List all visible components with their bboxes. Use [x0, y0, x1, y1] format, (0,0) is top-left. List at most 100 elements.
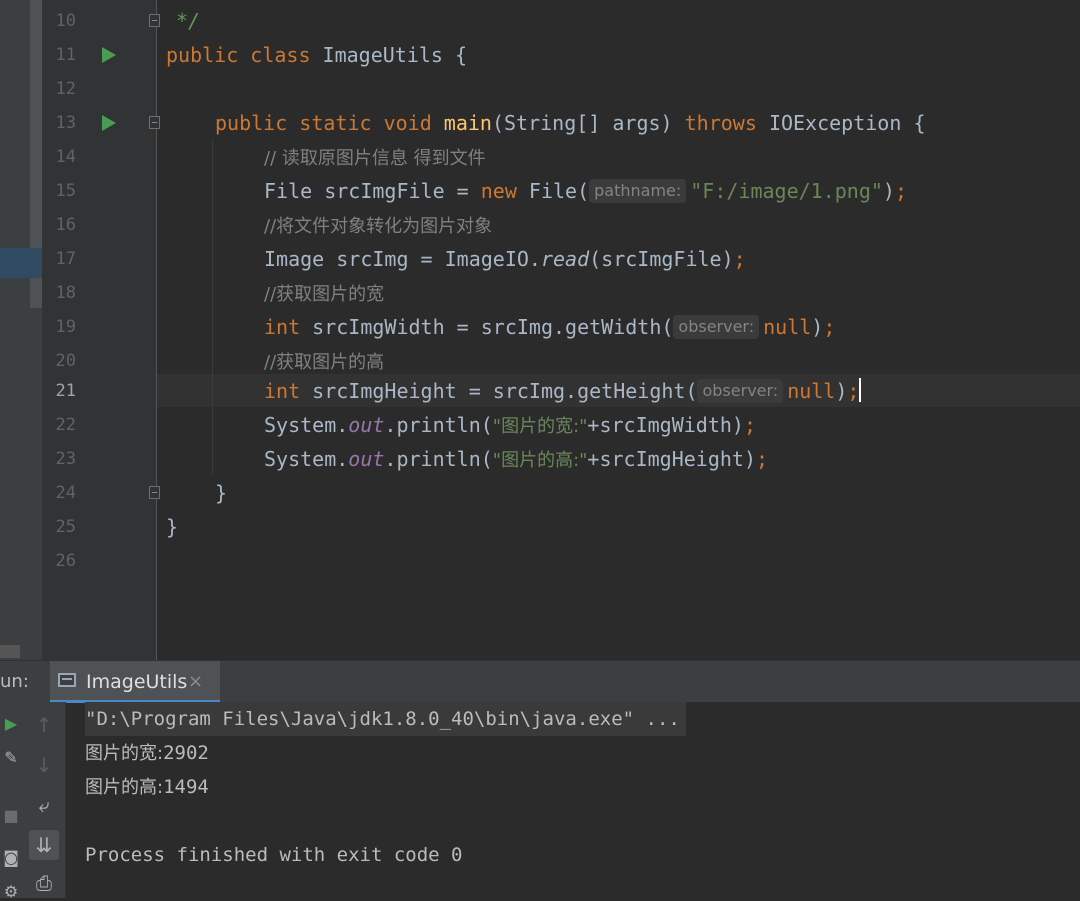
method-name: main [443, 111, 492, 135]
keyword: int [264, 379, 301, 403]
console-exit-message: Process finished with exit code 0 [85, 844, 463, 866]
parameter-hint: pathname: [589, 179, 687, 203]
scroll-to-end-icon[interactable]: ⇊ [29, 830, 59, 860]
output-value: 2902 [163, 742, 209, 764]
code-text: srcImgFile = [312, 179, 481, 203]
parameter-hint: observer: [673, 315, 760, 339]
code-line: 13 public static void main(String[] args… [0, 106, 1080, 140]
code-text: System. [264, 413, 349, 437]
null-literal: null [787, 379, 836, 403]
line-number: 12 [55, 79, 76, 99]
comment-text: //获取图片的宽 [264, 284, 385, 305]
semicolon: ; [847, 379, 860, 403]
comment-text: //获取图片的高 [264, 352, 385, 373]
code-line: 25 } [0, 510, 1080, 544]
keyword: public class [166, 43, 311, 67]
run-triangle-icon[interactable] [102, 47, 116, 63]
keyword: public static void [215, 111, 432, 135]
rerun-icon[interactable]: ▶ [0, 714, 22, 733]
code-text: ) [835, 379, 848, 403]
console-icon [58, 673, 76, 687]
keyword: new [480, 179, 517, 203]
comment-text: //将文件对象转化为图片对象 [264, 216, 493, 237]
line-number: 24 [55, 483, 76, 503]
code-text: System. [264, 447, 349, 471]
code-text: +srcImgWidth) [587, 413, 744, 437]
line-number: 10 [55, 11, 76, 31]
fold-icon[interactable] [149, 14, 160, 27]
code-line: 24 } [0, 476, 1080, 510]
line-number: 16 [55, 215, 76, 235]
line-number: 11 [55, 45, 76, 65]
string-literal: "图片的宽:" [492, 416, 588, 437]
text-caret [859, 378, 862, 402]
string-literal: "图片的高:" [492, 450, 588, 471]
code-line: 15 File srcImgFile = new File(pathname: "… [0, 174, 1080, 208]
run-triangle-icon[interactable] [102, 115, 116, 131]
output-label: 图片的高: [85, 777, 164, 798]
code-line: 20 //获取图片的高 [0, 344, 1080, 378]
line-number: 17 [55, 249, 76, 269]
code-line: 14 // 读取原图片信息 得到文件 [0, 140, 1080, 174]
code-line: 10 */ [0, 4, 1080, 38]
output-value: 1494 [163, 776, 209, 798]
stop-icon[interactable]: ■ [0, 806, 22, 825]
semicolon: ; [733, 247, 746, 271]
code-line: 18 //获取图片的宽 [0, 276, 1080, 310]
code-text: ) [882, 179, 895, 203]
console-line: 图片的高:1494 [85, 770, 209, 805]
settings-icon[interactable]: ⚙ [0, 882, 22, 901]
line-number: 19 [55, 317, 76, 337]
brace: } [166, 515, 179, 539]
code-text: srcImgHeight = srcImg.getHeight( [300, 379, 698, 403]
console-command-line: "D:\Program Files\Java\jdk1.8.0_40\bin\j… [85, 702, 686, 736]
run-label: un: [0, 671, 29, 692]
semicolon: ; [823, 315, 836, 339]
static-field: out [348, 413, 385, 437]
brace: { [455, 43, 468, 67]
project-scroll-marker [0, 645, 20, 658]
code-text: .println( [384, 447, 493, 471]
code-text: (srcImgFile) [589, 247, 734, 271]
keyword: throws [684, 111, 757, 135]
string-literal: "F:/image/1.png" [690, 179, 883, 203]
soft-wrap-icon[interactable]: ⤶ [29, 790, 59, 820]
semicolon: ; [743, 413, 757, 437]
code-line: 11 public class ImageUtils { [0, 38, 1080, 72]
code-line: 19 int srcImgWidth = srcImg.getWidth(obs… [0, 310, 1080, 344]
line-number: 20 [55, 351, 76, 371]
line-number: 22 [55, 415, 76, 435]
code-editor[interactable]: 10 */ 11 public class ImageUtils { 12 13… [0, 0, 1080, 660]
line-number: 26 [55, 551, 76, 571]
fold-icon[interactable] [149, 486, 160, 499]
code-text: Image srcImg = ImageIO. [264, 247, 541, 271]
code-line: 26 [0, 544, 1080, 578]
line-number: 14 [55, 147, 76, 167]
code-text: ) [811, 315, 824, 339]
run-tool-window: un: ImageUtils × ▶ ✎ ■ ◙ ⚙ ↑ ↓ ⤶ ⇊ ⎙ "D:… [0, 660, 1080, 901]
wrench-icon[interactable]: ✎ [0, 748, 22, 767]
print-icon[interactable]: ⎙ [29, 868, 59, 898]
arrow-down-icon[interactable]: ↓ [29, 750, 59, 780]
code-line: 12 [0, 72, 1080, 106]
line-number: 15 [55, 181, 76, 201]
code-line-current: 21 int srcImgHeight = srcImg.getHeight(o… [0, 374, 1080, 408]
code-text: srcImgWidth = srcImg.getWidth( [300, 315, 674, 339]
line-number: 18 [55, 283, 76, 303]
camera-icon[interactable]: ◙ [0, 848, 22, 867]
close-icon[interactable]: × [188, 661, 203, 703]
code-text: +srcImgHeight) [587, 447, 756, 471]
console-output[interactable]: "D:\Program Files\Java\jdk1.8.0_40\bin\j… [66, 702, 1080, 898]
code-text: File( [516, 179, 590, 203]
code-line: 16 //将文件对象转化为图片对象 [0, 208, 1080, 242]
parameters: (String[] args) [491, 111, 673, 135]
output-label: 图片的宽: [85, 743, 164, 764]
code-text: .println( [384, 413, 493, 437]
brace: } [215, 481, 228, 505]
line-number: 25 [55, 517, 76, 537]
fold-icon[interactable] [149, 116, 160, 129]
comment-text: // 读取原图片信息 得到文件 [264, 148, 486, 169]
arrow-up-icon[interactable]: ↑ [29, 710, 59, 740]
semicolon: ; [756, 447, 769, 471]
line-number: 13 [55, 113, 76, 133]
